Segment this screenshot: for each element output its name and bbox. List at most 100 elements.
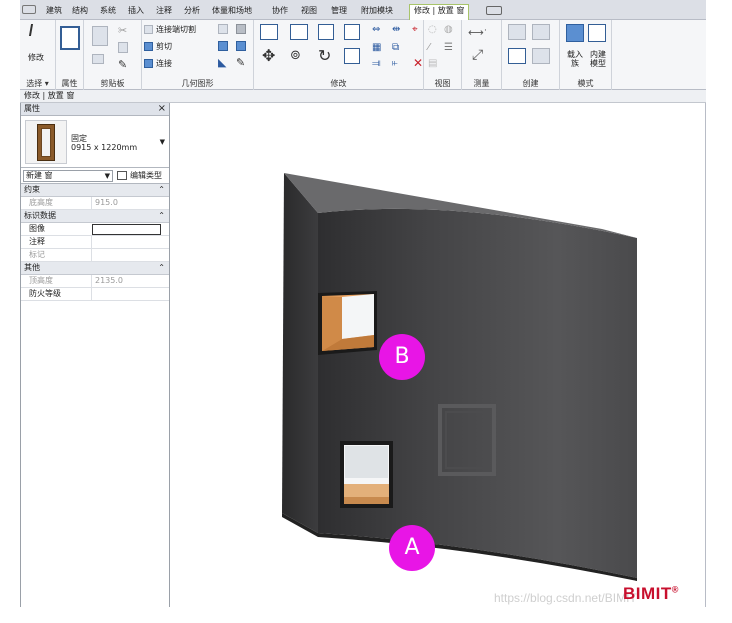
cut-geometry-icon[interactable] (144, 42, 153, 51)
group-label: 约束 (24, 185, 40, 194)
tab-massing-site[interactable]: 体量和场地 (212, 5, 252, 19)
tab-architecture[interactable]: 建筑 (46, 5, 62, 19)
panel-select-label[interactable]: 选择 ▾ (20, 78, 55, 89)
offset-icon[interactable] (290, 24, 308, 40)
linework-icon[interactable]: ⁄ (428, 42, 442, 55)
delete-icon[interactable]: ✕ (411, 57, 425, 70)
edit-type-icon[interactable] (117, 171, 127, 180)
image-field[interactable] (92, 224, 161, 235)
options-toggle-icon[interactable] (486, 6, 502, 15)
paste-icon[interactable] (92, 26, 108, 46)
prop-value[interactable] (91, 288, 169, 301)
remove-paint-icon[interactable]: ✎ (236, 56, 250, 69)
inplace-model-icon[interactable] (588, 24, 606, 42)
tab-annotate[interactable]: 注释 (156, 5, 172, 19)
join-icon[interactable] (144, 59, 153, 68)
move-icon[interactable]: ✥ (262, 48, 276, 64)
tab-analyze[interactable]: 分析 (184, 5, 200, 19)
instance-selector[interactable]: 新建 窗 ▼ (23, 170, 113, 182)
tab-systems[interactable]: 系统 (100, 5, 116, 19)
properties-icon[interactable] (60, 26, 80, 50)
group-label: 标识数据 (24, 211, 56, 220)
panel-create: 创建 (502, 20, 560, 90)
cope-icon[interactable] (144, 25, 153, 34)
panel-select: 修改 选择 ▾ (20, 20, 56, 90)
tab-manage[interactable]: 管理 (331, 5, 347, 19)
chevron-down-icon[interactable]: ▼ (105, 171, 110, 181)
split-gap-icon[interactable]: ⇹ (392, 24, 406, 37)
scale-icon[interactable]: ⧉ (392, 42, 406, 55)
create-similar-icon[interactable] (532, 48, 550, 64)
quick-access-icon[interactable] (22, 5, 36, 14)
create-group-icon[interactable] (508, 48, 526, 64)
window-b[interactable] (318, 291, 377, 355)
trim-extend-icon[interactable] (344, 48, 360, 64)
align-icon[interactable] (260, 24, 278, 40)
array-icon[interactable]: ▦ (372, 42, 386, 55)
tab-collaborate[interactable]: 协作 (272, 5, 288, 19)
panel-measure: ⟷ · ⤢ 测量 (462, 20, 502, 90)
dropdown-arrow-icon[interactable]: · (484, 26, 498, 39)
prop-value[interactable] (91, 236, 169, 249)
split-face-icon[interactable] (218, 41, 228, 51)
type-selector[interactable]: 固定 0915 x 1220mm ▼ (21, 116, 169, 168)
window-a[interactable] (340, 441, 393, 508)
create-assembly-icon[interactable] (508, 24, 526, 40)
filter-icon[interactable]: ☰ (444, 42, 458, 55)
marker-b: B (379, 334, 425, 380)
mirror-axis-icon[interactable] (318, 24, 334, 40)
cut-icon[interactable]: ✂ (118, 24, 132, 37)
dimension-icon[interactable]: ⤢ (472, 48, 486, 62)
copy-element-icon[interactable]: ⊚ (290, 48, 304, 63)
wall-joins-icon[interactable] (218, 24, 228, 34)
wall-main-face[interactable] (318, 208, 637, 578)
instance-row: 新建 窗 ▼ 编辑类型 (21, 168, 169, 184)
trim-multiple-icon[interactable]: ⫦ (392, 58, 406, 71)
prop-row-comments: 注释 (21, 236, 169, 249)
cursor-arrow-icon[interactable] (28, 24, 42, 36)
prop-value[interactable]: 915.0 (91, 197, 169, 210)
rotate-icon[interactable]: ↻ (318, 48, 332, 64)
load-family-button[interactable]: 载入族 (564, 50, 586, 68)
paint-brush-icon[interactable]: ✎ (118, 58, 132, 71)
chevron-down-icon[interactable]: ▼ (160, 138, 165, 146)
paint-icon[interactable] (236, 41, 246, 51)
panel-clipboard: ✂ ✎ 剪贴板 (84, 20, 142, 90)
prop-row-image: 图像 (21, 223, 169, 236)
tab-addins[interactable]: 附加模块 (361, 5, 393, 19)
demolish-icon[interactable] (236, 24, 246, 34)
load-family-icon[interactable] (566, 24, 584, 42)
split-element-icon[interactable]: ⇔ (372, 24, 386, 37)
cope-cut-button[interactable]: 连接端切割 (156, 24, 196, 35)
beam-join-icon[interactable]: ◣ (218, 56, 232, 69)
match-type-icon[interactable] (92, 54, 104, 64)
ribbon-tab-bar: 建筑 结构 系统 插入 注释 分析 体量和场地 协作 视图 管理 附加模块 修改… (20, 0, 706, 20)
tab-modify-place-window[interactable]: 修改 | 放置 窗 (409, 4, 470, 20)
group-other[interactable]: 其他 ⌃ (21, 262, 169, 275)
tab-view[interactable]: 视图 (301, 5, 317, 19)
hide-icon[interactable]: ▤ (428, 58, 442, 71)
3d-viewport[interactable] (172, 103, 706, 607)
close-icon[interactable]: × (158, 103, 166, 115)
measure-distance-icon[interactable]: ⟷ (468, 26, 484, 39)
join-geometry-button[interactable]: 连接 (156, 58, 172, 69)
tab-insert[interactable]: 插入 (128, 5, 144, 19)
create-parts-icon[interactable] (532, 24, 550, 40)
collapse-chevron-icon[interactable]: ⌃ (158, 210, 165, 222)
trim-single-icon[interactable]: ⫥ (372, 58, 386, 71)
copy-icon[interactable] (118, 42, 128, 53)
prop-value[interactable] (91, 249, 169, 262)
mirror-draw-icon[interactable] (344, 24, 360, 40)
collapse-chevron-icon[interactable]: ⌃ (158, 184, 165, 196)
modify-button[interactable]: 修改 (28, 52, 44, 63)
group-identity-data[interactable]: 标识数据 ⌃ (21, 210, 169, 223)
prop-value[interactable]: 2135.0 (91, 275, 169, 288)
edit-type-button[interactable]: 编辑类型 (130, 170, 162, 182)
collapse-chevron-icon[interactable]: ⌃ (158, 262, 165, 274)
cut-geometry-button[interactable]: 剪切 (156, 41, 172, 52)
override-graphics-icon[interactable]: ◍ (444, 24, 458, 37)
lightbulb-icon[interactable]: ◌ (428, 24, 442, 37)
tab-structure[interactable]: 结构 (72, 5, 88, 19)
inplace-model-button[interactable]: 内建模型 (587, 50, 609, 68)
group-constraints[interactable]: 约束 ⌃ (21, 184, 169, 197)
